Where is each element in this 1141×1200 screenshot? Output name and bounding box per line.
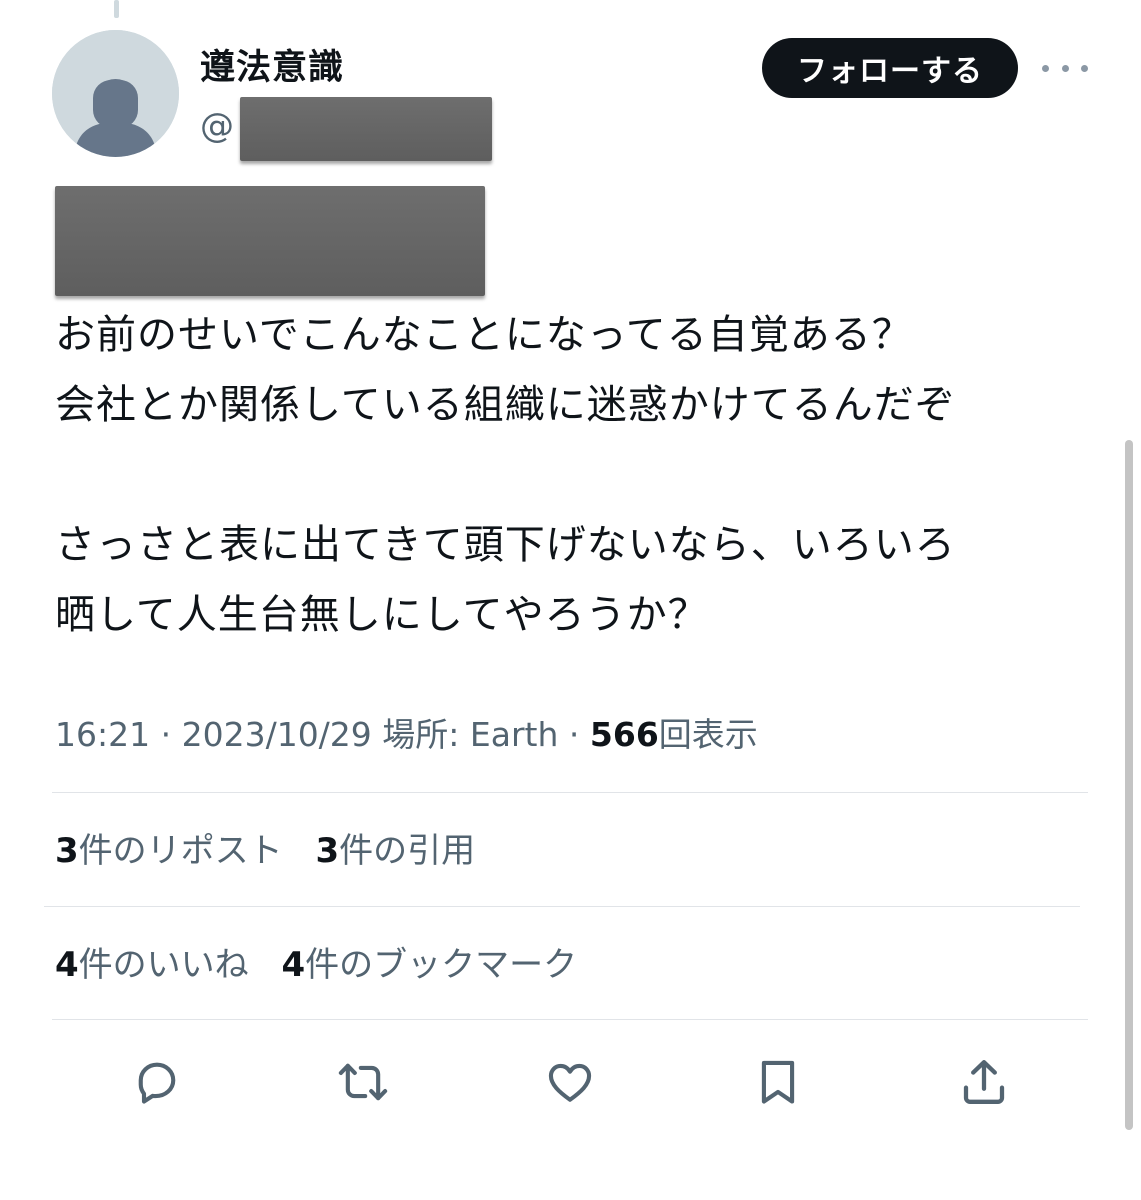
bookmarks-label: 件のブックマーク <box>305 945 578 985</box>
tweet-line: お前のせいでこんなことになってる自覚ある？ <box>55 312 913 358</box>
more-dot <box>1042 64 1049 72</box>
scrollbar[interactable] <box>1125 440 1133 1130</box>
tweet-line: さっさと表に出てきて頭下げないなら、いろいろ <box>55 522 956 568</box>
tweet-text: お前のせいでこんなことになってる自覚ある？ 会社とか関係している組織に迷惑かけて… <box>55 300 1085 650</box>
reposts-label: 件のリポスト <box>78 831 283 871</box>
divider <box>52 1019 1088 1020</box>
likes-label: 件のいいね <box>78 945 249 985</box>
redaction-box-handle <box>240 97 492 161</box>
bookmark-icon <box>761 1060 795 1104</box>
meta-separator: · <box>150 715 182 754</box>
divider <box>52 792 1088 793</box>
tweet-line: 晒して人生台無しにしてやろうか？ <box>55 592 709 638</box>
tweet-line: 会社とか関係している組織に迷惑かけてるんだぞ <box>55 382 956 428</box>
handle-at-sign: @ <box>200 106 234 146</box>
like-icon <box>548 1063 592 1102</box>
reply-button[interactable] <box>127 1050 187 1114</box>
redaction-box-text <box>55 186 485 296</box>
reposts-stat[interactable]: 3件のリポスト <box>55 831 283 871</box>
share-icon <box>963 1060 1005 1104</box>
reply-icon <box>138 1062 176 1104</box>
more-options-icon[interactable] <box>1042 48 1088 88</box>
share-button[interactable] <box>954 1050 1014 1114</box>
tweet-time[interactable]: 16:21 <box>55 715 150 754</box>
stats-row-reposts: 3件のリポスト 3件の引用 <box>55 826 497 876</box>
divider <box>44 906 1080 907</box>
tweet-meta: 16:21 · 2023/10/29 場所: Earth · 566回表示 <box>55 710 758 760</box>
default-avatar-icon <box>52 30 179 157</box>
likes-count: 4 <box>55 945 79 985</box>
bookmarks-stat[interactable]: 4件のブックマーク <box>281 945 577 985</box>
thread-connector <box>114 0 119 18</box>
like-button[interactable] <box>540 1050 600 1114</box>
tweet-date[interactable]: 2023/10/29 <box>182 715 372 754</box>
likes-stat[interactable]: 4件のいいね <box>55 945 249 985</box>
quotes-count: 3 <box>315 831 340 871</box>
avatar[interactable] <box>52 30 179 157</box>
more-dot <box>1061 64 1069 72</box>
repost-icon <box>338 1063 388 1101</box>
views-label: 回表示 <box>658 715 758 754</box>
repost-button[interactable] <box>333 1050 393 1114</box>
meta-separator: · <box>558 715 590 754</box>
bookmark-button[interactable] <box>748 1050 808 1114</box>
more-dot <box>1081 64 1088 72</box>
tweet-location: 場所: Earth <box>382 715 559 754</box>
bookmarks-count: 4 <box>281 945 306 985</box>
stats-row-likes: 4件のいいね 4件のブックマーク <box>55 940 599 990</box>
reposts-count: 3 <box>55 831 79 871</box>
follow-button[interactable]: フォローする <box>762 38 1018 98</box>
user-handle[interactable]: @ <box>200 104 234 148</box>
quotes-label: 件の引用 <box>339 831 476 871</box>
action-bar <box>0 1050 1141 1114</box>
views-count: 566 <box>589 715 659 754</box>
display-name[interactable]: 遵法意識 <box>200 44 344 92</box>
quotes-stat[interactable]: 3件の引用 <box>315 831 475 871</box>
tweet-blank-line <box>55 440 1085 510</box>
